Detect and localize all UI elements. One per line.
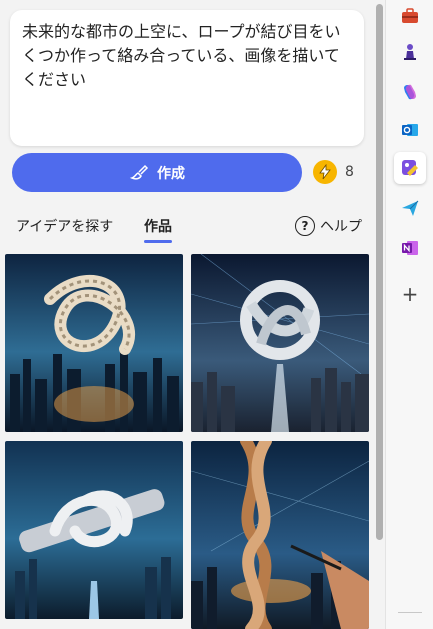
create-button-label: 作成 <box>157 165 185 182</box>
boost-count: 8 <box>345 164 354 180</box>
copilot-icon[interactable] <box>394 76 426 108</box>
brush-icon <box>129 164 149 180</box>
tools-icon[interactable] <box>394 0 426 32</box>
lightning-icon <box>313 160 337 184</box>
image-creator-panel: 未来的な都市の上空に、ロープが結び目をいくつか作って絡み合っている、画像を描いて… <box>0 0 373 629</box>
boost-counter[interactable]: 8 <box>313 160 354 184</box>
help-button[interactable]: ? ヘルプ <box>295 216 362 236</box>
help-label: ヘルプ <box>320 219 362 235</box>
tab-explore-ideas[interactable]: アイデアを探す <box>16 216 113 236</box>
scrollbar-thumb[interactable] <box>376 4 383 540</box>
create-button[interactable]: 作成 <box>12 153 302 192</box>
onenote-icon[interactable] <box>394 232 426 264</box>
send-icon[interactable] <box>394 192 426 224</box>
outlook-icon[interactable] <box>394 114 426 146</box>
tab-bar: アイデアを探す 作品 ? ヘルプ <box>0 208 373 244</box>
generated-image-4[interactable] <box>191 441 369 629</box>
tab-creations[interactable]: 作品 <box>144 216 172 236</box>
prompt-text: 未来的な都市の上空に、ロープが結び目をいくつか作って絡み合っている、画像を描いて… <box>22 22 341 89</box>
generated-image-2[interactable] <box>191 254 369 432</box>
add-icon[interactable]: + <box>394 278 426 310</box>
active-tab-indicator <box>144 240 172 243</box>
generated-image-3[interactable] <box>5 441 183 619</box>
chess-icon[interactable] <box>394 36 426 68</box>
prompt-textarea[interactable]: 未来的な都市の上空に、ロープが結び目をいくつか作って絡み合っている、画像を描いて… <box>10 10 364 146</box>
designer-icon[interactable] <box>394 152 426 184</box>
edge-sidebar: + <box>385 0 433 629</box>
generated-image-1[interactable] <box>5 254 183 432</box>
question-icon: ? <box>295 216 315 236</box>
sidebar-divider <box>398 612 422 613</box>
